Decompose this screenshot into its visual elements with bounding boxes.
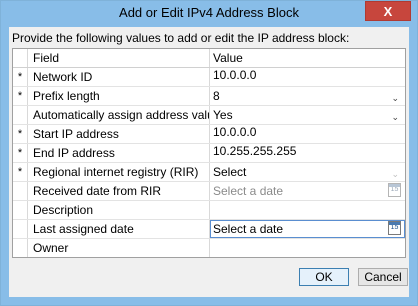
start-ip-value: 10.0.0.0 [213,125,257,139]
required-marker [13,106,28,124]
row-description: Description [13,201,405,220]
required-marker: * [13,125,28,143]
dialog-title: Add or Edit IPv4 Address Block [119,5,299,20]
field-label-owner: Owner [28,239,210,257]
field-label-last-assigned-date: Last assigned date [28,220,210,238]
owner-input[interactable] [210,239,405,257]
field-label-prefix-length: Prefix length [28,87,210,105]
grid-header-row: Field Value [13,49,405,68]
required-marker: * [13,68,28,86]
row-rir: * Regional internet registry (RIR) Selec… [13,163,405,182]
dialog-body: Provide the following values to add or e… [9,27,409,297]
start-ip-input[interactable]: 10.0.0.0 [210,125,405,143]
network-id-value: 10.0.0.0 [213,68,257,82]
description-input[interactable] [210,201,405,219]
required-marker [13,182,28,200]
required-marker: * [13,87,28,105]
rir-dropdown[interactable]: Select ⌄ [210,163,405,181]
dialog-window: Add or Edit IPv4 Address Block X Provide… [0,0,418,306]
row-last-assigned-date: Last assigned date Select a date 15 [13,220,405,239]
auto-assign-value: Yes [213,108,233,122]
auto-assign-dropdown[interactable]: Yes ⌄ [210,106,405,124]
last-assigned-date-value: Select a date [213,222,284,236]
title-bar: Add or Edit IPv4 Address Block X [1,1,417,27]
calendar-icon[interactable]: 15 [388,183,401,197]
field-label-received-date: Received date from RIR [28,182,210,200]
network-id-input[interactable]: 10.0.0.0 [210,68,405,86]
row-owner: Owner [13,239,405,257]
field-label-description: Description [28,201,210,219]
row-auto-assign: Automatically assign address values Yes … [13,106,405,125]
field-column-header: Field [28,49,210,67]
field-label-network-id: Network ID [28,68,210,86]
row-network-id: * Network ID 10.0.0.0 [13,68,405,87]
field-label-auto-assign: Automatically assign address values [28,106,210,124]
last-assigned-date-picker[interactable]: Select a date 15 [210,220,405,238]
chevron-down-icon[interactable]: ⌄ [391,166,399,181]
required-marker [13,239,28,257]
row-start-ip: * Start IP address 10.0.0.0 [13,125,405,144]
instruction-text: Provide the following values to add or e… [12,31,350,45]
field-label-start-ip: Start IP address [28,125,210,143]
header-required-cell [13,49,28,67]
required-marker [13,201,28,219]
required-marker: * [13,144,28,162]
value-column-header: Value [213,51,243,65]
field-label-rir: Regional internet registry (RIR) [28,163,210,181]
property-grid: Field Value * Network ID 10.0.0.0 * Pref… [12,48,406,258]
required-marker: * [13,163,28,181]
end-ip-value: 10.255.255.255 [213,144,297,158]
prefix-length-value: 8 [213,89,220,103]
row-received-date: Received date from RIR Select a date 15 [13,182,405,201]
row-prefix-length: * Prefix length 8 ⌄ [13,87,405,106]
cancel-button[interactable]: Cancel [358,268,408,286]
received-date-picker[interactable]: Select a date 15 [210,182,405,200]
received-date-placeholder: Select a date [213,184,284,198]
rir-value: Select [213,165,247,179]
row-end-ip: * End IP address 10.255.255.255 [13,144,405,163]
chevron-down-icon[interactable]: ⌄ [391,109,399,124]
ok-button[interactable]: OK [299,268,349,286]
calendar-icon[interactable]: 15 [388,221,401,235]
prefix-length-dropdown[interactable]: 8 ⌄ [210,87,405,105]
field-label-end-ip: End IP address [28,144,210,162]
end-ip-input[interactable]: 10.255.255.255 [210,144,405,162]
close-button[interactable]: X [365,1,411,21]
required-marker [13,220,28,238]
chevron-down-icon[interactable]: ⌄ [391,90,399,105]
